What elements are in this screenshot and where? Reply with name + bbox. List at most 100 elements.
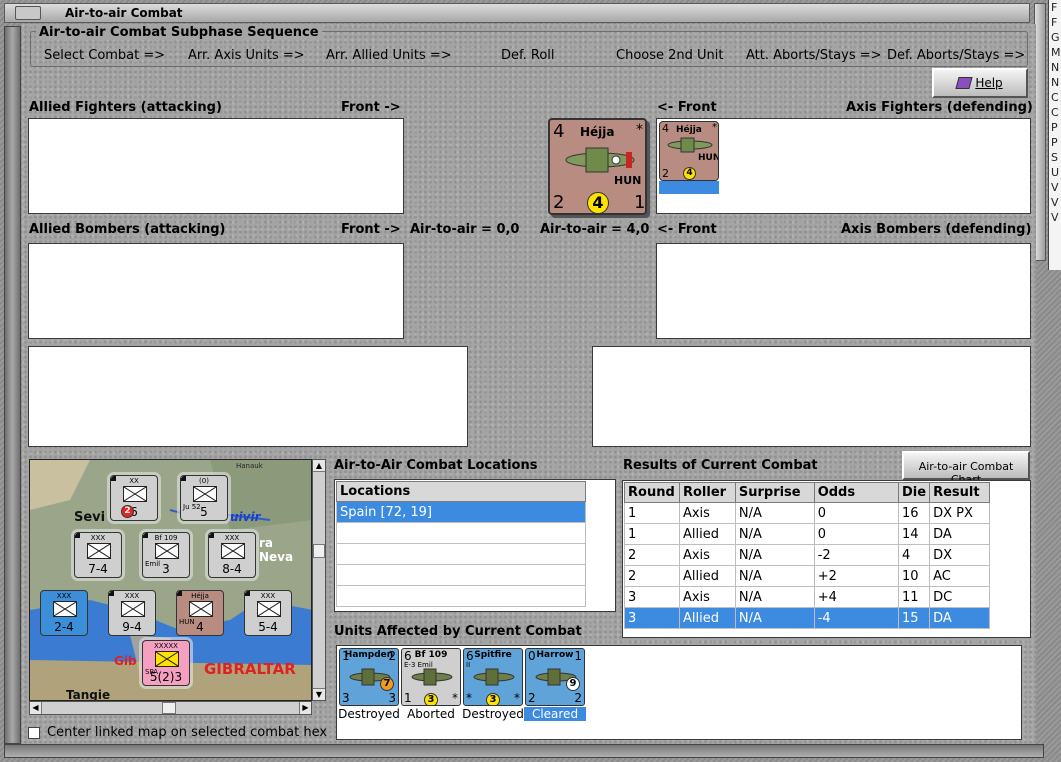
small-counter-air-attack: 4: [662, 122, 669, 135]
results-col-surprise[interactable]: Surprise: [734, 482, 815, 503]
results-col-die[interactable]: Die: [897, 482, 931, 503]
unit-symbol-icon: [155, 543, 179, 559]
background-window-list-item: U: [1051, 166, 1060, 179]
center-map-checkbox[interactable]: [28, 727, 40, 739]
background-window-list-item: S: [1051, 151, 1058, 164]
affected-unit-status: Aborted: [407, 707, 455, 721]
location-row[interactable]: [336, 522, 586, 544]
results-cell: +2: [813, 565, 900, 587]
allied-fighters-box[interactable]: [28, 118, 404, 214]
scroll-left-arrow-icon[interactable]: ◀: [30, 702, 42, 714]
results-col-roller[interactable]: Roller: [678, 482, 736, 503]
location-row[interactable]: [336, 564, 586, 586]
map-unit-counter[interactable]: Bf 109Emil36: [142, 532, 190, 578]
map-unit-counter[interactable]: XX 62 3: [110, 475, 158, 521]
results-col-odds[interactable]: Odds: [813, 482, 900, 503]
affected-unit-bl: 1: [404, 691, 412, 705]
location-row[interactable]: [336, 543, 586, 565]
results-cell: 1: [624, 502, 680, 524]
map-unit-strength: 9-4: [122, 620, 142, 634]
affected-unit-counter[interactable]: 0 1 Harrow 2 2 9: [525, 648, 585, 706]
results-title: Results of Current Combat: [623, 458, 818, 473]
location-row[interactable]: Spain [72, 19]: [336, 501, 586, 523]
locations-title: Air-to-Air Combat Locations: [334, 458, 538, 473]
map-label-gibraltar-short: Gib: [114, 654, 137, 668]
background-window-list-item: P: [1051, 121, 1058, 134]
fighter-plane-icon: [565, 147, 635, 173]
results-row[interactable]: 2 Axis N/A -2 4 DX: [624, 544, 990, 566]
map-unit-counter[interactable]: XXXXX SPA 5(2)3: [142, 640, 190, 686]
affected-unit-counter[interactable]: 6 Bf 109 E-3 Emil 1 * 3: [401, 648, 461, 706]
map-unit-counter[interactable]: XXX 8-4 2: [208, 532, 256, 578]
results-cell: -4: [813, 607, 900, 629]
scroll-right-arrow-icon[interactable]: ▶: [299, 702, 311, 714]
scroll-up-arrow-icon[interactable]: ▲: [313, 460, 325, 472]
results-cell: -2: [813, 544, 900, 566]
results-table[interactable]: Round Roller Surprise Odds Die Result 1A…: [624, 482, 990, 629]
map-unit-counter[interactable]: XXX 7-4 4: [74, 532, 122, 578]
results-row[interactable]: 1 Allied N/A 0 14 DA: [624, 523, 990, 545]
map-unit-counter[interactable]: (0)Ju 5253: [180, 475, 228, 521]
selected-unit-counter[interactable]: 4 Héjja * HUN 2 4 1: [548, 118, 647, 215]
results-col-result[interactable]: Result: [929, 482, 990, 503]
affected-unit-name: Hampden: [344, 650, 394, 660]
results-cell: AC: [929, 565, 990, 587]
map-hscroll-thumb[interactable]: [162, 702, 176, 714]
results-table-body: 1 Axis N/A 0 16 DX PX 1 Allied N/A 0 14 DA 2 Axis N/A -…: [624, 502, 990, 629]
title-bar[interactable]: Air-to-air Combat: [4, 3, 1030, 23]
phase-step-choose-2nd: Choose 2nd Unit: [616, 48, 724, 63]
results-cell: 14: [897, 523, 931, 545]
unit-symbol-icon: [189, 601, 213, 617]
results-row[interactable]: 2 Allied N/A +2 10 AC: [624, 565, 990, 587]
background-window-list-item: G: [1051, 31, 1060, 44]
axis-bombers-header: Axis Bombers (defending): [841, 222, 1032, 237]
axis-air-to-air-value: Air-to-air = 4,0: [540, 222, 650, 237]
results-row[interactable]: 3 Axis N/A +4 11 DC: [624, 586, 990, 608]
locations-table[interactable]: Locations Spain [72, 19]: [336, 481, 586, 607]
results-row[interactable]: 3 Allied N/A -4 15 DA: [624, 607, 990, 629]
map-unit-counter[interactable]: XXX 9-4 2: [108, 590, 156, 636]
results-row[interactable]: 1 Axis N/A 0 16 DX PX: [624, 502, 990, 524]
map-unit-counter[interactable]: XXX 2-4: [40, 590, 88, 636]
results-cell: N/A: [734, 565, 815, 587]
affected-unit-dot: 7: [380, 677, 394, 691]
map-unit-strength: 5: [200, 505, 208, 519]
unit-symbol-icon: [87, 543, 111, 559]
affected-unit-counter[interactable]: 6 Spitfire II * * 3: [463, 648, 523, 706]
background-window-list-item: P: [1051, 136, 1058, 149]
counter-nation: HUN: [614, 174, 642, 187]
allied-bombers-box[interactable]: [28, 243, 404, 339]
scroll-down-arrow-icon[interactable]: ▼: [313, 688, 325, 700]
background-window-list-item: N: [1051, 76, 1060, 89]
results-cell: N/A: [734, 607, 815, 629]
map-stack-count: 4: [75, 533, 80, 538]
affected-unit-name: Spitfire: [474, 650, 512, 660]
map-unit-counter[interactable]: HéjjaHUN45: [176, 590, 224, 636]
combat-chart-button[interactable]: Air-to-air Combat Chart: [902, 451, 1030, 486]
axis-fighter-counter[interactable]: 4 Héjja * HUN 2 4: [659, 121, 719, 181]
background-window-list-item: N: [1051, 61, 1060, 74]
map-vertical-scrollbar[interactable]: ▲ ▼: [312, 459, 326, 701]
results-cell: N/A: [734, 544, 815, 566]
small-counter-name: Héjja: [676, 125, 702, 135]
aircraft-icon: [411, 668, 453, 686]
location-row[interactable]: [336, 585, 586, 607]
affected-unit-sub: II: [466, 661, 471, 669]
allied-bombers-header: Allied Bombers (attacking): [29, 222, 226, 237]
mini-map[interactable]: Sevi uivir ra Neva Gib GIBRALTAR Tangie …: [29, 459, 312, 701]
results-cell: DX: [929, 544, 990, 566]
map-horizontal-scrollbar[interactable]: ◀ ▶: [29, 701, 312, 715]
small-counter-star: *: [712, 122, 717, 133]
background-window-list-item: F: [1051, 1, 1058, 14]
axis-bombers-box[interactable]: [656, 243, 1031, 339]
map-vscroll-thumb[interactable]: [313, 544, 325, 558]
results-col-round[interactable]: Round: [624, 482, 680, 503]
system-menu-button[interactable]: [15, 6, 41, 20]
map-unit-counter[interactable]: XXX 5-4 3: [244, 590, 292, 636]
unit-symbol-cross-icon: [53, 601, 77, 617]
help-button[interactable]: Help: [932, 68, 1028, 98]
results-cell: 3: [624, 586, 680, 608]
map-stack-count: 3: [245, 591, 250, 596]
unit-symbol-cross-icon: [155, 543, 179, 559]
affected-unit-counter[interactable]: 1 2 Hampden 3 3 7: [339, 648, 399, 706]
